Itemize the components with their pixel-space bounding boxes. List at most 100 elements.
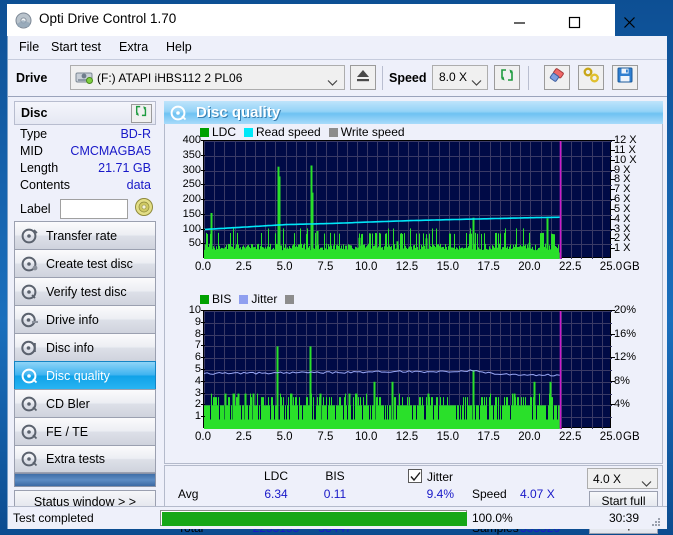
test-speed-value: 4.0 X [593, 472, 621, 486]
eject-button[interactable] [350, 65, 376, 90]
sidebar-item-disc-info[interactable]: Disc info [14, 333, 156, 361]
sidebar-item-cd-bler[interactable]: CD Bler [14, 389, 156, 417]
ldc-plot-area[interactable] [203, 140, 611, 258]
disc-label-apply-button[interactable] [132, 198, 156, 221]
charts-container: LDCRead speedWrite speed 501001502002503… [164, 124, 663, 464]
x-tick-label: 10.0 [355, 431, 377, 443]
y-tick-mark-right [611, 199, 615, 200]
row-label: MID [20, 144, 43, 158]
status-bar: Test completed 100.0% 30:39 [8, 506, 667, 529]
x-tick-label: 5.0 [277, 431, 293, 443]
row-label: Length [20, 161, 58, 175]
x-axis-unit: GB [623, 431, 640, 443]
x-tick-label: 7.5 [317, 261, 333, 273]
row-label: Type [20, 127, 47, 141]
tools-button[interactable] [578, 65, 604, 90]
sidebar-item-disc-quality[interactable]: Disc quality [14, 361, 156, 389]
legend-swatch [329, 128, 338, 137]
x-tick-label: 25.0 [600, 431, 622, 443]
y-tick-mark-right [611, 238, 615, 239]
jitter-label: Jitter [427, 470, 453, 484]
x-tick-label: 12.5 [396, 261, 418, 273]
ldc-y-axis-left: 50100150200250300350400 [169, 140, 201, 258]
x-tick-label: 17.5 [477, 431, 499, 443]
x-tick-label: 17.5 [477, 261, 499, 273]
menu-start-test[interactable]: Start test [46, 39, 106, 56]
save-button[interactable] [612, 65, 638, 90]
client-area: File Start test Extra Help Drive (F:) AT… [7, 36, 666, 529]
maximize-button[interactable] [552, 8, 597, 36]
legend-label: BIS [212, 292, 231, 306]
x-tick-label: 2.5 [236, 431, 252, 443]
minimize-button[interactable] [497, 8, 542, 36]
x-tick-label: 2.5 [236, 261, 252, 273]
y-tick-label-right: 20% [614, 304, 636, 316]
y-tick-mark [201, 140, 205, 141]
title-bar: Opti Drive Control 1.70 [7, 4, 615, 36]
y-tick-mark [201, 381, 205, 382]
disc-quality-icon [170, 105, 188, 121]
menu-extra[interactable]: Extra [114, 39, 153, 56]
nav-progress-strip [14, 473, 156, 487]
sidebar-item-transfer-rate[interactable]: Transfer rate [14, 221, 156, 249]
bis-jitter-chart[interactable]: BISJitter 12345678910 4%8%12%16%20% 0.02… [165, 291, 664, 461]
refresh-button[interactable] [494, 65, 520, 90]
legend-swatch [285, 295, 294, 304]
menu-help[interactable]: Help [161, 39, 197, 56]
bis-plot-area[interactable] [203, 310, 611, 428]
bis-x-axis: 0.02.55.07.510.012.515.017.520.022.525.0… [203, 431, 611, 447]
sidebar-item-label: CD Bler [46, 397, 90, 411]
y-tick-label-right: 4% [614, 398, 630, 410]
y-tick-mark [201, 404, 205, 405]
row-value: data [127, 178, 151, 192]
disc-burn-icon [21, 256, 39, 272]
sidebar-item-label: Disc quality [46, 369, 110, 383]
y-tick-mark-right [611, 140, 615, 141]
sidebar-item-label: Disc info [46, 341, 94, 355]
x-tick-label: 22.5 [559, 431, 581, 443]
y-tick-label-right: 12 X [614, 134, 637, 146]
sidebar-item-create-test-disc[interactable]: Create test disc [14, 249, 156, 277]
y-tick-mark [201, 199, 205, 200]
y-tick-mark-right [611, 381, 615, 382]
erase-button[interactable] [544, 65, 570, 90]
drive-info-icon [21, 312, 39, 328]
floppy-save-icon [617, 67, 633, 88]
drive-select[interactable]: (F:) ATAPI iHBS112 2 PL06 [70, 65, 345, 90]
sidebar-item-fe-te[interactable]: FE / TE [14, 417, 156, 445]
disc-verify-icon [21, 284, 39, 300]
sidebar-item-label: FE / TE [46, 425, 88, 439]
speed-label: Speed [389, 71, 427, 85]
speed-select[interactable]: 8.0 X [432, 65, 488, 90]
resize-grip[interactable] [652, 518, 662, 528]
jitter-checkbox[interactable] [408, 469, 422, 483]
y-tick-mark [201, 393, 205, 394]
y-tick-mark-right [611, 357, 615, 358]
y-tick-mark [201, 322, 205, 323]
test-speed-select[interactable]: 4.0 X [587, 468, 658, 489]
speed-stat-value: 4.07 X [520, 487, 582, 501]
y-tick-mark-right [611, 170, 615, 171]
disc-info-list: Type BD-R MID CMCMAGBA5 Length 21.71 GB … [14, 125, 156, 217]
menu-bar: File Start test Extra Help [8, 36, 667, 59]
y-tick-mark-right [611, 189, 615, 190]
close-button[interactable] [607, 8, 652, 36]
x-tick-label: 15.0 [437, 431, 459, 443]
menu-file[interactable]: File [14, 39, 44, 56]
y-tick-mark-right [611, 404, 615, 405]
sidebar-item-extra-tests[interactable]: Extra tests [14, 445, 156, 473]
disc-refresh-button[interactable] [131, 104, 152, 123]
x-tick-label: 12.5 [396, 431, 418, 443]
sidebar-item-verify-test-disc[interactable]: Verify test disc [14, 277, 156, 305]
disc-label-input[interactable] [60, 199, 128, 219]
sidebar-item-drive-info[interactable]: Drive info [14, 305, 156, 333]
disc-quality-icon [21, 368, 39, 384]
cd-disc-icon [134, 197, 154, 222]
disc-info-icon [21, 340, 39, 356]
y-tick-label-right: 16% [614, 328, 636, 340]
ldc-chart[interactable]: LDCRead speedWrite speed 501001502002503… [165, 124, 664, 291]
sidebar-item-label: Transfer rate [46, 229, 117, 243]
y-tick-mark [201, 345, 205, 346]
row-value: 21.71 GB [98, 161, 151, 175]
y-tick-label: 150 [183, 208, 201, 220]
